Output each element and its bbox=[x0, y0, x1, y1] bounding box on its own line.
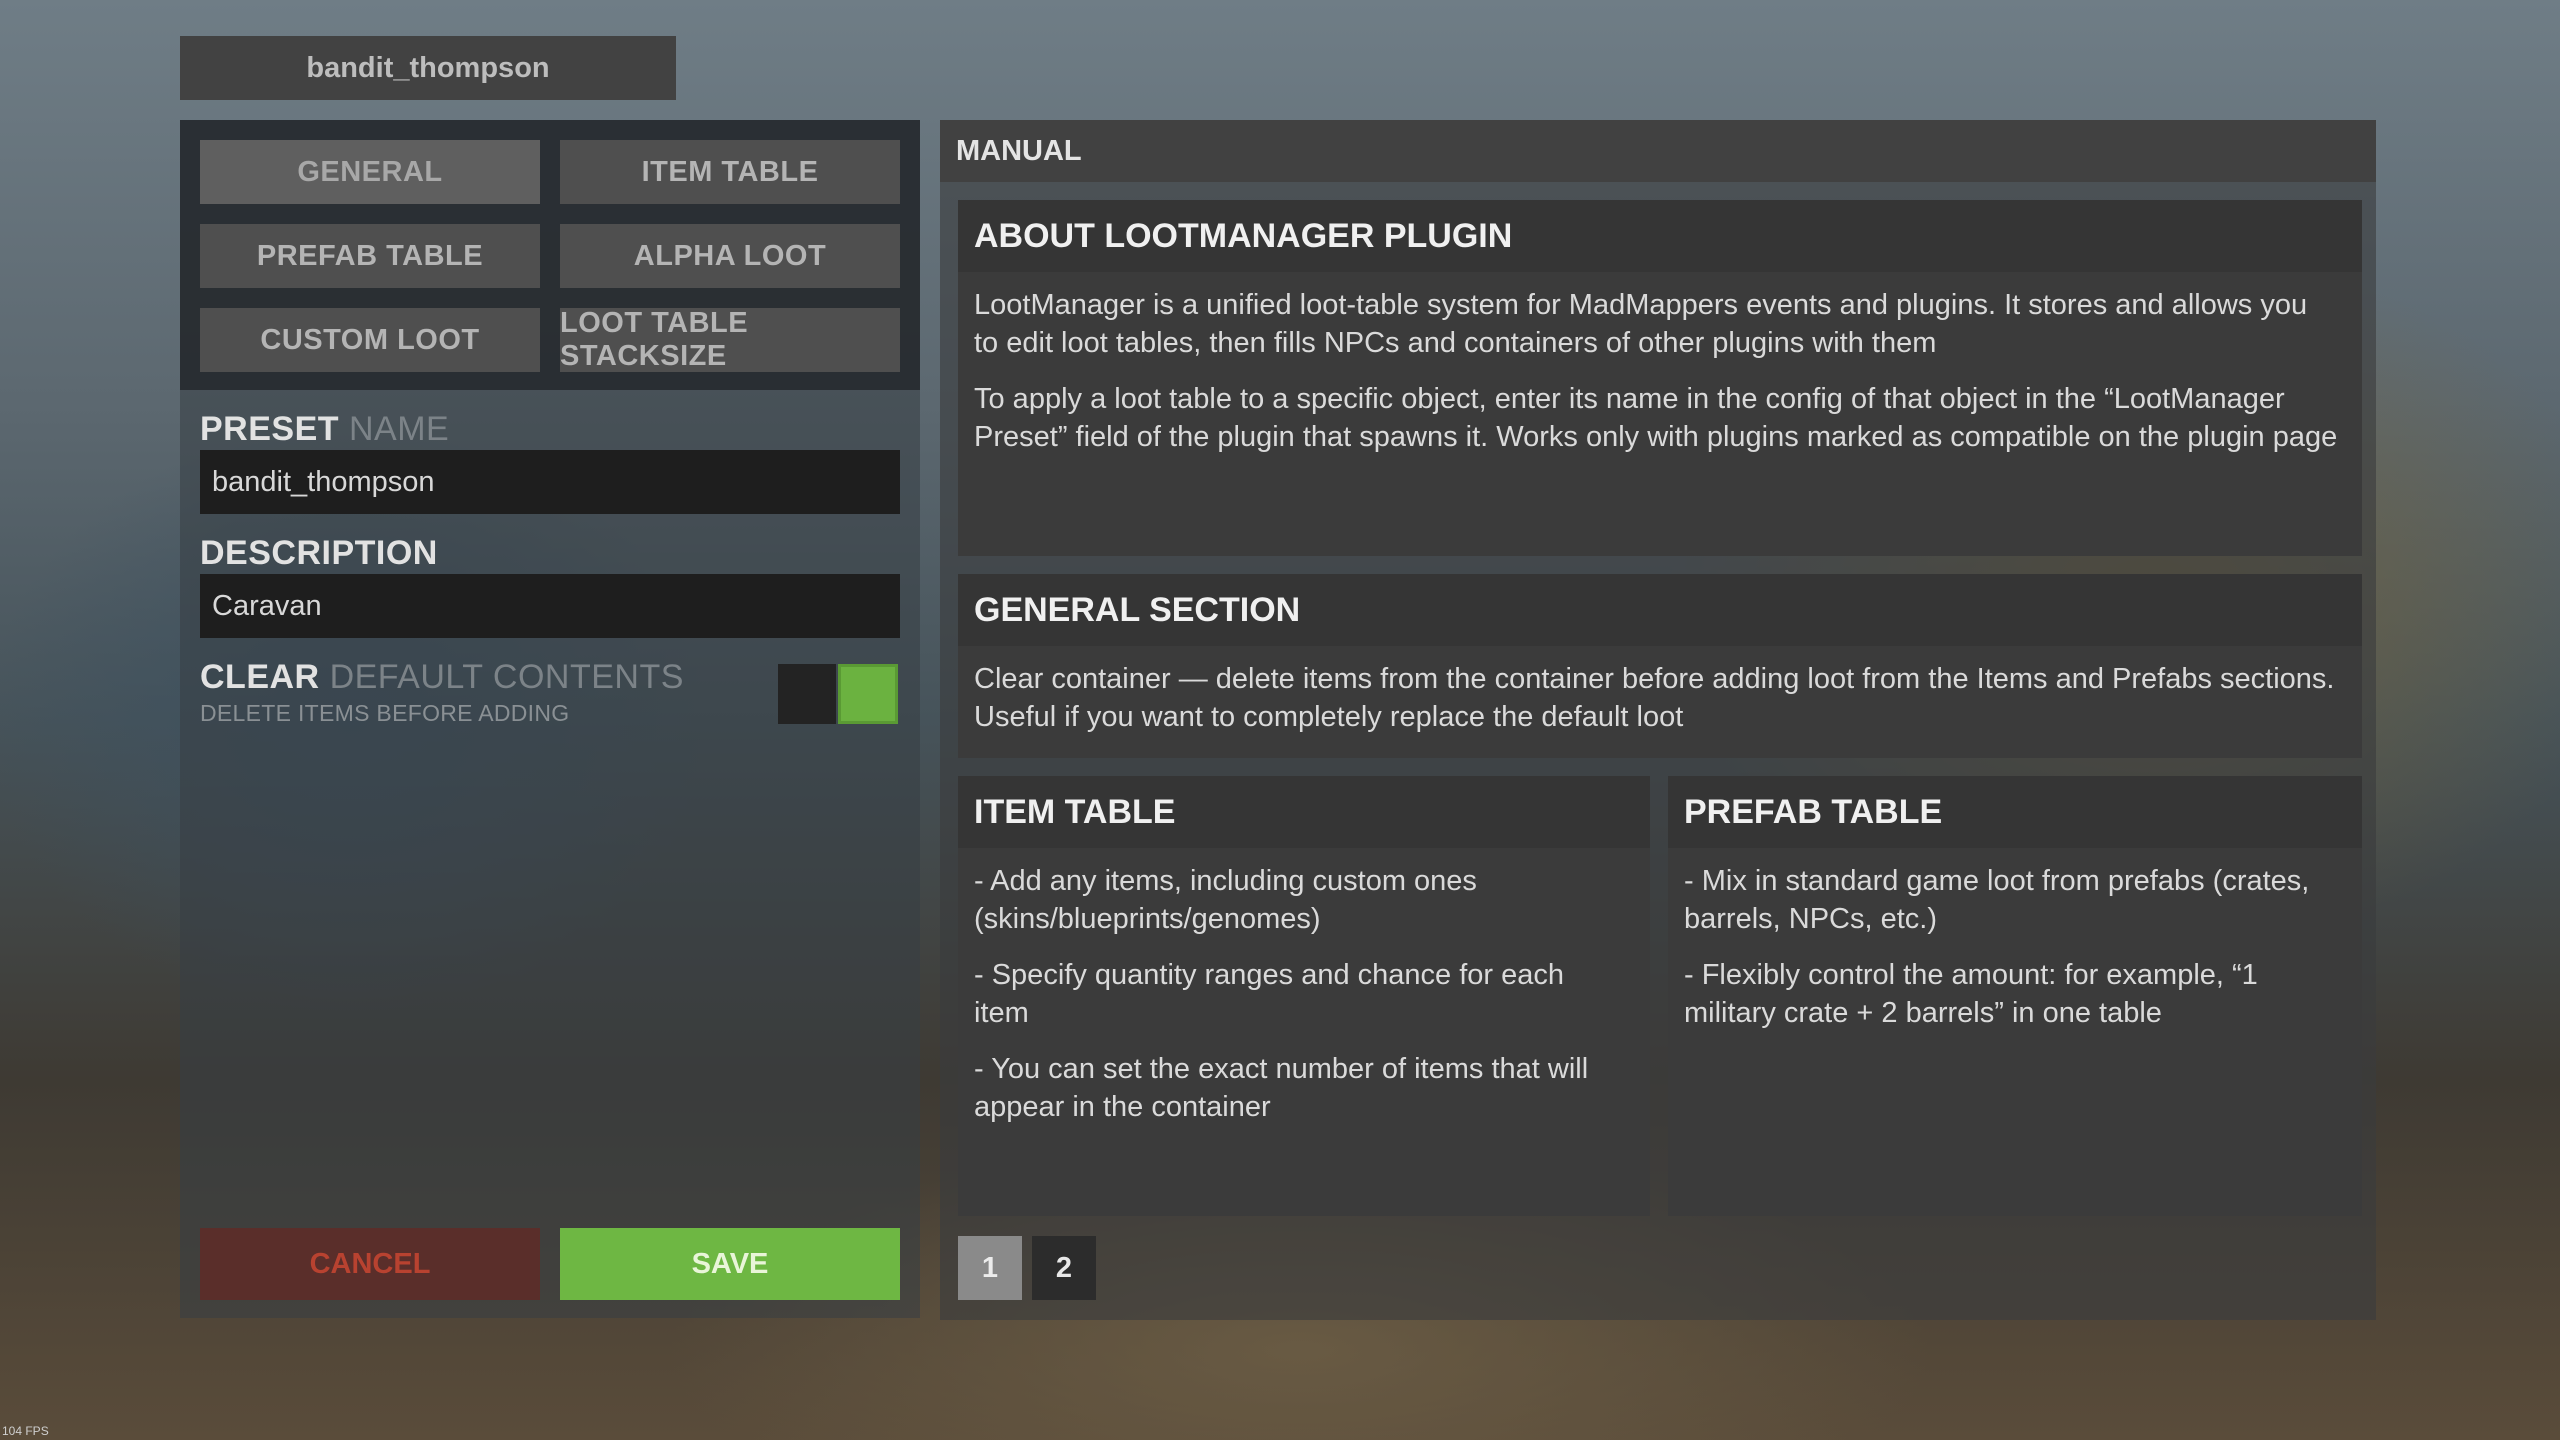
general-text: Clear container — delete items from the … bbox=[974, 660, 2338, 754]
tab-prefab-table[interactable]: PREFAB TABLE bbox=[200, 224, 540, 288]
item-table-point-1: - Add any items, including custom ones (… bbox=[974, 865, 1477, 935]
general-paragraph-1: Clear container — delete items from the … bbox=[974, 663, 2335, 733]
page-2-button[interactable]: 2 bbox=[1032, 1236, 1096, 1300]
general-title: GENERAL SECTION bbox=[958, 574, 2362, 646]
prefab-table-text: - Mix in standard game loot from prefabs… bbox=[1684, 862, 2338, 1050]
item-table-text: - Add any items, including custom ones (… bbox=[974, 862, 1626, 1144]
item-table-point-2: - Specify quantity ranges and chance for… bbox=[974, 959, 1565, 1029]
item-table-title: ITEM TABLE bbox=[958, 776, 1650, 848]
prefab-table-card: PREFAB TABLE - Mix in standard game loot… bbox=[1668, 776, 2362, 1216]
preset-name-label: PRESET NAME bbox=[200, 410, 449, 449]
tab-loot-table-stacksize[interactable]: LOOT TABLE STACKSIZE bbox=[560, 307, 900, 372]
clear-label-main: CLEAR bbox=[200, 658, 320, 696]
tab-alpha-loot[interactable]: ALPHA LOOT bbox=[560, 224, 900, 288]
prefab-table-point-1: - Mix in standard game loot from prefabs… bbox=[1684, 865, 2310, 935]
fps-counter: 104 FPS bbox=[2, 1424, 49, 1438]
manual-header: MANUAL bbox=[940, 120, 2376, 182]
prefab-table-title: PREFAB TABLE bbox=[1668, 776, 2362, 848]
save-button[interactable]: SAVE bbox=[560, 1228, 900, 1300]
about-paragraph-2: To apply a loot table to a specific obje… bbox=[974, 383, 2338, 453]
tab-custom-loot[interactable]: CUSTOM LOOT bbox=[200, 308, 540, 372]
item-table-point-3: - You can set the exact number of items … bbox=[974, 1053, 1589, 1123]
description-input[interactable]: Caravan bbox=[200, 574, 900, 638]
clear-label-dim: DEFAULT CONTENTS bbox=[329, 658, 684, 696]
about-card: ABOUT LOOTMANAGER PLUGIN LootManager is … bbox=[958, 200, 2362, 556]
page-1-button[interactable]: 1 bbox=[958, 1236, 1022, 1300]
prefab-table-point-2: - Flexibly control the amount: for examp… bbox=[1684, 959, 2258, 1029]
about-text: LootManager is a unified loot-table syst… bbox=[974, 286, 2338, 474]
clear-toggle-on[interactable] bbox=[838, 664, 898, 724]
preset-label-main: PRESET bbox=[200, 410, 340, 448]
preset-title-tab: bandit_thompson bbox=[180, 36, 676, 100]
about-title: ABOUT LOOTMANAGER PLUGIN bbox=[958, 200, 2362, 272]
description-label: DESCRIPTION bbox=[200, 534, 438, 572]
item-table-card: ITEM TABLE - Add any items, including cu… bbox=[958, 776, 1650, 1216]
preset-label-dim: NAME bbox=[349, 410, 450, 448]
cancel-button[interactable]: CANCEL bbox=[200, 1228, 540, 1300]
clear-toggle-off[interactable] bbox=[778, 664, 836, 724]
preset-form-panel bbox=[180, 390, 920, 1318]
tab-general[interactable]: GENERAL bbox=[200, 140, 540, 204]
general-card: GENERAL SECTION Clear container — delete… bbox=[958, 574, 2362, 758]
tab-item-table[interactable]: ITEM TABLE bbox=[560, 140, 900, 204]
about-paragraph-1: LootManager is a unified loot-table syst… bbox=[974, 289, 2308, 359]
clear-contents-hint: DELETE ITEMS BEFORE ADDING bbox=[200, 700, 570, 726]
preset-name-input[interactable]: bandit_thompson bbox=[200, 450, 900, 514]
clear-contents-label: CLEAR DEFAULT CONTENTS bbox=[200, 658, 684, 697]
